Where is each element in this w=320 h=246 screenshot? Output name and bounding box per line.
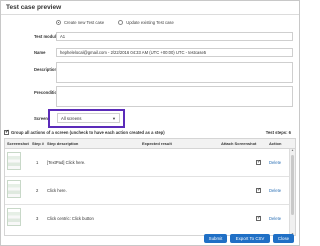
precondition-field[interactable] (56, 86, 293, 107)
delete-step-link[interactable]: Delete (269, 216, 281, 221)
test-steps-count: Test steps: 6 (265, 130, 291, 135)
col-screenshot: Screenshot (7, 141, 29, 146)
col-attach-screenshot: Attach Screenshot (221, 141, 257, 146)
test-module-select[interactable]: A1 (56, 32, 293, 41)
dialog-title: Test case preview (6, 4, 62, 11)
screen-label: Screen (34, 116, 48, 121)
step-description[interactable]: Click here. (47, 188, 67, 193)
submit-button[interactable]: Submit (204, 234, 227, 243)
step-number: 3 (36, 216, 39, 221)
export-csv-button[interactable]: Export To CSV (230, 234, 270, 243)
name-label: Name (34, 50, 46, 55)
title-divider (1, 14, 299, 15)
description-field[interactable] (56, 62, 293, 83)
description-label: Description (34, 67, 58, 72)
steps-table: Screenshot Step # Step description Expec… (4, 138, 296, 236)
table-row: 1 [TextPad] Click here. Delete (5, 149, 289, 177)
update-existing-radio[interactable] (118, 20, 124, 25)
step-number: 1 (36, 160, 39, 165)
table-scrollbar[interactable]: ▲ ▼ (289, 148, 295, 236)
test-module-value: A1 (60, 34, 66, 39)
delete-step-link[interactable]: Delete (269, 160, 281, 165)
mode-radio-group: Create new Test case Update existing Tes… (56, 20, 188, 25)
create-new-radio[interactable] (56, 20, 61, 25)
test-module-label: Test module (34, 34, 59, 39)
delete-step-link[interactable]: Delete (269, 188, 281, 193)
attach-screenshot-checkbox[interactable] (256, 159, 261, 165)
name-field[interactable]: hephelelocal@gmail.com - 2/22/2016 04:33… (56, 48, 293, 57)
attach-screenshot-checkbox[interactable] (256, 215, 261, 221)
step-description[interactable]: Click centric: Click button (47, 216, 94, 221)
step-screenshot-thumbnail[interactable] (7, 152, 21, 170)
step-description[interactable]: [TextPad] Click here. (47, 160, 85, 165)
table-row: 2 Click here. Delete (5, 177, 289, 205)
name-value: hephelelocal@gmail.com - 2/22/2016 04:33… (60, 50, 207, 55)
steps-table-header: Screenshot Step # Step description Expec… (5, 139, 295, 149)
col-expected-result: Expected result (142, 141, 172, 146)
step-number: 2 (36, 188, 39, 193)
screen-select[interactable]: All screens ▼ (57, 113, 120, 123)
group-actions-checkbox[interactable] (4, 129, 9, 135)
test-case-preview-dialog: Test case preview Create new Test case U… (0, 0, 300, 246)
create-new-option[interactable]: Create new Test case (56, 20, 104, 25)
attach-screenshot-checkbox[interactable] (256, 187, 261, 193)
table-row: 3 Click centric: Click button Delete (5, 205, 289, 235)
close-button[interactable]: Close (273, 234, 294, 243)
screen-value: All screens (61, 115, 82, 121)
step-screenshot-thumbnail[interactable] (7, 180, 21, 198)
step-screenshot-thumbnail[interactable] (7, 208, 21, 226)
create-new-label: Create new Test case (64, 20, 105, 25)
col-step-description: Step description (47, 141, 79, 146)
dialog-footer: Submit Export To CSV Close (1, 234, 299, 245)
update-existing-label: Update existing Test case (126, 20, 174, 25)
group-actions-option[interactable]: Group all actions of a screen (uncheck t… (4, 129, 165, 135)
group-actions-label: Group all actions of a screen (uncheck t… (11, 130, 165, 135)
col-action: Action (269, 141, 282, 146)
col-step-number: Step # (32, 141, 45, 146)
scrollbar-thumb[interactable] (291, 155, 294, 215)
scroll-up-icon[interactable]: ▲ (290, 148, 295, 152)
update-existing-option[interactable]: Update existing Test case (118, 20, 174, 25)
chevron-down-icon: ▼ (112, 115, 116, 121)
